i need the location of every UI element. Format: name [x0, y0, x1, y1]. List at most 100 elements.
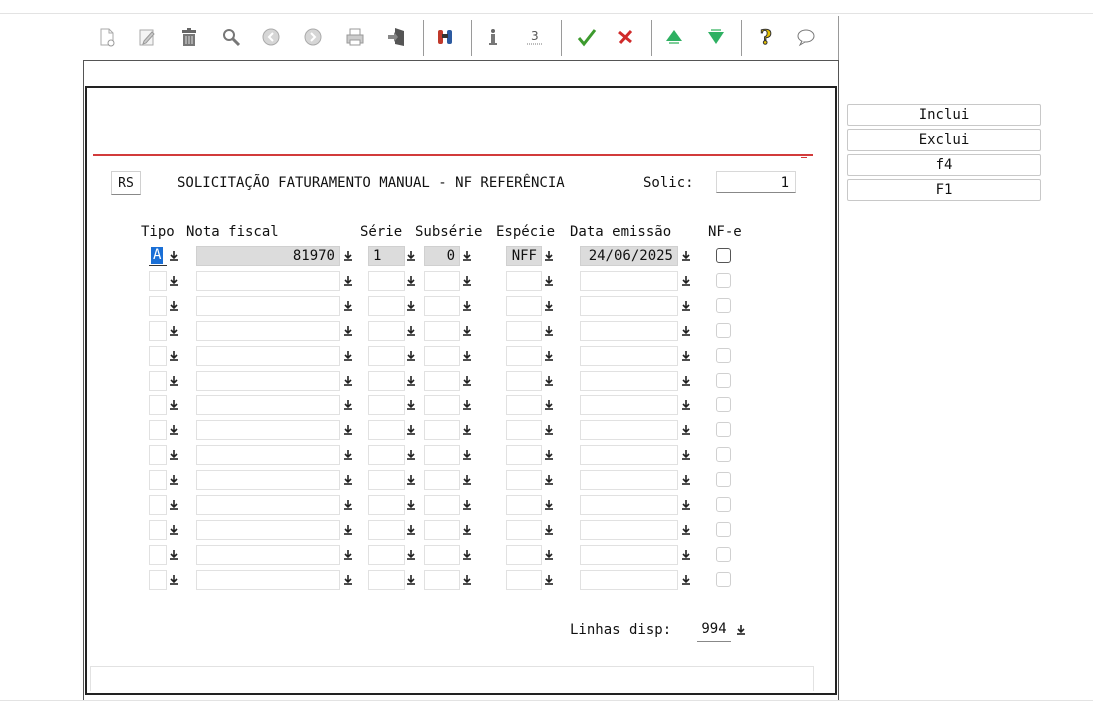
nfe-checkbox[interactable]: [716, 572, 731, 587]
dropdown-arrow-icon[interactable]: [542, 296, 556, 316]
especie-field[interactable]: NFF: [506, 246, 542, 266]
dropdown-arrow-icon[interactable]: [404, 570, 418, 590]
next-icon[interactable]: [300, 24, 326, 50]
serie-field[interactable]: [368, 495, 405, 515]
dropdown-arrow-icon[interactable]: [404, 346, 418, 366]
dropdown-arrow-icon[interactable]: [542, 395, 556, 415]
data-emissao-field[interactable]: 24/06/2025: [580, 246, 678, 266]
f1-button[interactable]: F1: [847, 179, 1041, 201]
subserie-field[interactable]: [424, 346, 460, 366]
subserie-field[interactable]: [424, 470, 460, 490]
data-emissao-field[interactable]: [580, 271, 678, 291]
dropdown-arrow-icon[interactable]: [341, 346, 355, 366]
data-emissao-field[interactable]: [580, 296, 678, 316]
nota-fiscal-field[interactable]: [196, 296, 340, 316]
dropdown-arrow-icon[interactable]: [341, 520, 355, 540]
dropdown-arrow-icon[interactable]: [167, 321, 181, 341]
nfe-checkbox[interactable]: [716, 298, 731, 313]
dropdown-arrow-icon[interactable]: [167, 495, 181, 515]
subserie-field[interactable]: [424, 495, 460, 515]
dropdown-arrow-icon[interactable]: [542, 271, 556, 291]
edit-icon[interactable]: [134, 24, 160, 50]
dropdown-arrow-icon[interactable]: [341, 570, 355, 590]
dropdown-arrow-icon[interactable]: [404, 470, 418, 490]
dropdown-arrow-icon[interactable]: [167, 395, 181, 415]
dropdown-arrow-icon[interactable]: [542, 420, 556, 440]
nfe-checkbox[interactable]: [716, 422, 731, 437]
dropdown-arrow-icon[interactable]: [679, 520, 693, 540]
especie-field[interactable]: [506, 395, 542, 415]
especie-field[interactable]: [506, 321, 542, 341]
nfe-checkbox[interactable]: [716, 323, 731, 338]
serie-field[interactable]: [368, 470, 405, 490]
tipo-field[interactable]: [149, 470, 167, 490]
subserie-field[interactable]: 0: [424, 246, 460, 266]
dropdown-arrow-icon[interactable]: [404, 321, 418, 341]
nfe-checkbox[interactable]: [716, 348, 731, 363]
dropdown-arrow-icon[interactable]: [679, 495, 693, 515]
tipo-field[interactable]: A: [149, 246, 167, 266]
data-emissao-field[interactable]: [580, 520, 678, 540]
tipo-field[interactable]: [149, 321, 167, 341]
previous-icon[interactable]: [258, 24, 284, 50]
dropdown-arrow-icon[interactable]: [460, 346, 474, 366]
tipo-field[interactable]: [149, 495, 167, 515]
inclui-button[interactable]: Inclui: [847, 104, 1041, 126]
dropdown-arrow-icon[interactable]: [341, 545, 355, 565]
tipo-field[interactable]: [149, 420, 167, 440]
especie-field[interactable]: [506, 420, 542, 440]
serie-field[interactable]: [368, 346, 405, 366]
serie-field[interactable]: [368, 445, 405, 465]
nfe-checkbox[interactable]: [716, 273, 731, 288]
dropdown-arrow-icon[interactable]: [679, 321, 693, 341]
dropdown-arrow-icon[interactable]: [542, 470, 556, 490]
subserie-field[interactable]: [424, 296, 460, 316]
data-emissao-field[interactable]: [580, 420, 678, 440]
solic-field[interactable]: 1: [716, 171, 796, 193]
dropdown-arrow-icon[interactable]: [341, 246, 355, 266]
info-icon[interactable]: [480, 24, 506, 50]
nfe-checkbox[interactable]: [716, 497, 731, 512]
nota-fiscal-field[interactable]: [196, 470, 340, 490]
dropdown-arrow-icon[interactable]: [404, 445, 418, 465]
dropdown-arrow-icon[interactable]: [404, 371, 418, 391]
dropdown-arrow-icon[interactable]: [167, 271, 181, 291]
serie-field[interactable]: [368, 545, 405, 565]
dropdown-arrow-icon[interactable]: [404, 395, 418, 415]
dropdown-arrow-icon[interactable]: [167, 545, 181, 565]
dropdown-arrow-icon[interactable]: [404, 296, 418, 316]
subserie-field[interactable]: [424, 520, 460, 540]
dropdown-arrow-icon[interactable]: [679, 346, 693, 366]
dropdown-arrow-icon[interactable]: [460, 470, 474, 490]
nota-fiscal-field[interactable]: [196, 495, 340, 515]
data-emissao-field[interactable]: [580, 545, 678, 565]
dropdown-arrow-icon[interactable]: [341, 445, 355, 465]
subserie-field[interactable]: [424, 545, 460, 565]
dropdown-arrow-icon[interactable]: [341, 470, 355, 490]
dropdown-arrow-icon[interactable]: [167, 246, 181, 266]
dropdown-arrow-icon[interactable]: [679, 470, 693, 490]
dropdown-arrow-icon[interactable]: [460, 495, 474, 515]
dropdown-arrow-icon[interactable]: [404, 495, 418, 515]
tipo-field[interactable]: [149, 296, 167, 316]
data-emissao-field[interactable]: [580, 346, 678, 366]
tipo-field[interactable]: [149, 445, 167, 465]
data-emissao-field[interactable]: [580, 495, 678, 515]
tipo-field[interactable]: [149, 395, 167, 415]
nota-fiscal-field[interactable]: 81970: [196, 246, 340, 266]
nota-fiscal-field[interactable]: [196, 545, 340, 565]
dropdown-arrow-icon[interactable]: [167, 445, 181, 465]
linhas-disp-dropdown-icon[interactable]: [734, 620, 748, 640]
nota-fiscal-field[interactable]: [196, 420, 340, 440]
cancel-x-icon[interactable]: [612, 24, 638, 50]
dropdown-arrow-icon[interactable]: [460, 545, 474, 565]
dropdown-arrow-icon[interactable]: [542, 371, 556, 391]
nfe-checkbox[interactable]: [716, 373, 731, 388]
especie-field[interactable]: [506, 520, 542, 540]
dropdown-arrow-icon[interactable]: [167, 420, 181, 440]
dropdown-arrow-icon[interactable]: [542, 570, 556, 590]
data-emissao-field[interactable]: [580, 570, 678, 590]
dropdown-arrow-icon[interactable]: [167, 346, 181, 366]
nota-fiscal-field[interactable]: [196, 445, 340, 465]
dropdown-arrow-icon[interactable]: [404, 246, 418, 266]
